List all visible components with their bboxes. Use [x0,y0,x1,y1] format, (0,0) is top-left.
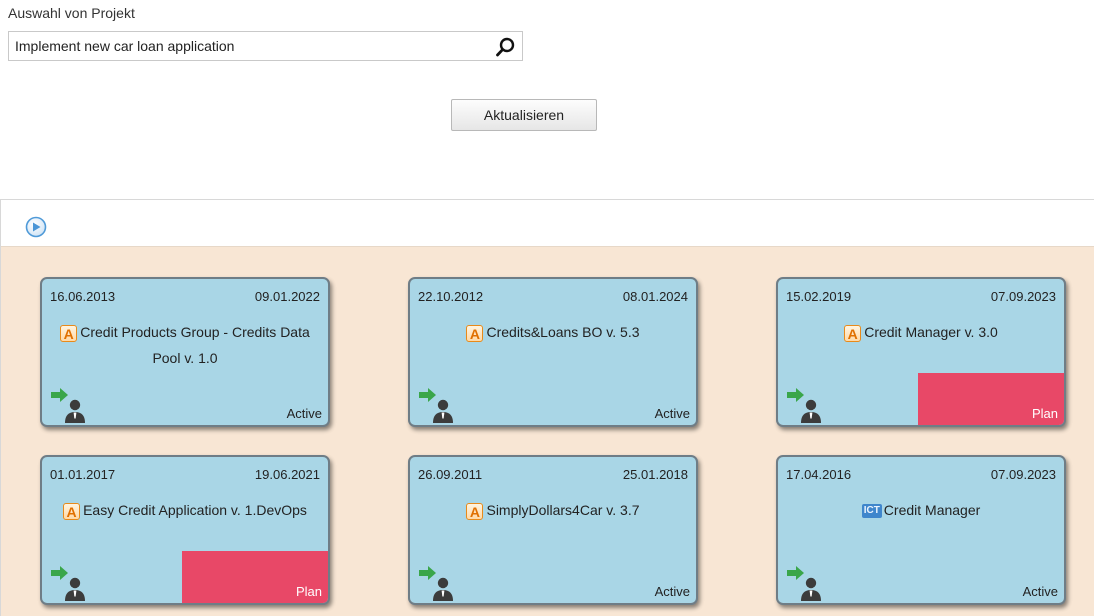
play-circle-icon[interactable] [25,216,47,238]
application-type-icon: A [844,324,862,342]
card-status: Active [1022,584,1058,599]
project-selector-label: Auswahl von Projekt [8,5,135,21]
card-title-area: A SimplyDollars4Car v. 3.7 [416,497,690,523]
application-type-icon: A [60,324,78,342]
project-card[interactable]: 16.06.2013 09.01.2022 A Credit Products Gro… [40,277,330,427]
card-end-date: 07.09.2023 [990,467,1056,482]
person-icon [64,575,86,601]
project-search-input[interactable] [9,32,484,60]
card-title-area: A Easy Credit Application v. 1.DevOps [48,497,322,523]
project-card[interactable]: Plan 01.01.2017 19.06.2021 A Easy Credit App… [40,455,330,605]
card-start-date: 15.02.2019 [786,289,852,304]
person-icon [432,575,454,601]
card-end-date: 19.06.2021 [254,467,320,482]
card-start-date: 01.01.2017 [50,467,116,482]
project-card[interactable]: 17.04.2016 07.09.2023 ICT Credit Manager Act… [776,455,1066,605]
ict-type-icon: ICT [861,504,882,519]
project-search-field[interactable] [8,31,523,61]
person-icon [800,397,822,423]
search-icon[interactable] [494,35,518,59]
card-end-date: 07.09.2023 [990,289,1056,304]
panel-toolbar [1,200,1094,247]
card-start-date: 22.10.2012 [418,289,484,304]
card-title: Easy Credit Application v. 1.DevOps [83,502,307,518]
project-card[interactable]: 22.10.2012 08.01.2024 A Credits&Loans BO v.… [408,277,698,427]
card-status: Active [654,406,690,421]
card-title: Credits&Loans BO v. 5.3 [486,324,640,340]
card-status: Plan [295,584,322,599]
card-start-date: 26.09.2011 [418,467,483,482]
card-end-date: 25.01.2018 [622,467,688,482]
card-title: Credit Manager v. 3.0 [864,324,998,340]
card-title-area: A Credits&Loans BO v. 5.3 [416,319,690,345]
card-title: SimplyDollars4Car v. 3.7 [486,502,640,518]
card-end-date: 08.01.2024 [622,289,688,304]
card-status: Plan [1031,406,1058,421]
application-type-icon: A [466,502,484,520]
card-status: Active [654,584,690,599]
person-icon [64,397,86,423]
card-title: Credit Manager [883,502,981,518]
card-start-date: 17.04.2016 [786,467,852,482]
card-title-area: A Credit Manager v. 3.0 [784,319,1058,345]
card-start-date: 16.06.2013 [50,289,116,304]
application-type-icon: A [466,324,484,342]
person-icon [432,397,454,423]
plan-status-box: Plan [918,373,1064,425]
project-card[interactable]: Plan 15.02.2019 07.09.2023 A Credit Manager … [776,277,1066,427]
project-card[interactable]: 26.09.2011 25.01.2018 A SimplyDollars4Car v… [408,455,698,605]
card-title-area: ICT Credit Manager [784,497,1058,523]
card-title-area: A Credit Products Group - Credits Data Po… [48,319,322,371]
card-title: Credit Products Group - Credits Data Poo… [80,324,310,366]
plan-status-box: Plan [182,551,328,603]
card-end-date: 09.01.2022 [254,289,320,304]
person-icon [800,575,822,601]
card-status: Active [286,406,322,421]
refresh-button[interactable]: Aktualisieren [451,99,597,131]
application-type-icon: A [63,502,81,520]
